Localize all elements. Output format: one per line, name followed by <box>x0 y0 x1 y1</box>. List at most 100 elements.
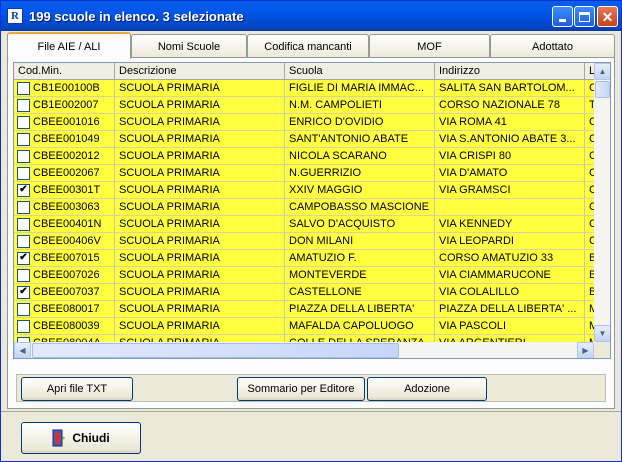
minimize-button[interactable] <box>552 6 573 27</box>
cell-cod-min: CBEE08004A <box>14 335 115 342</box>
adoption-button[interactable]: Adozione <box>367 377 487 401</box>
column-header-cod-min[interactable]: Cod.Min. <box>14 63 115 80</box>
cell-lo: TI <box>585 97 594 114</box>
vertical-scrollbar[interactable]: ▲ ▼ <box>594 63 610 342</box>
maximize-button[interactable] <box>574 6 595 27</box>
cell-indirizzo: CORSO AMATUZIO 33 <box>435 250 585 267</box>
cell-descrizione: SCUOLA PRIMARIA <box>115 267 285 284</box>
row-checkbox[interactable] <box>17 302 30 316</box>
cod-min-text: CBEE001049 <box>33 133 100 145</box>
tab-label: File AIE / ALI <box>37 40 101 53</box>
scroll-up-button[interactable]: ▲ <box>594 63 610 80</box>
column-header-scuola[interactable]: Scuola <box>285 63 435 80</box>
row-checkbox[interactable]: ✔ <box>17 251 30 265</box>
cell-cod-min: CBEE002012 <box>14 148 115 165</box>
table-row[interactable]: CBEE08004A SCUOLA PRIMARIACOLLE DELLA SPE… <box>14 335 594 342</box>
row-checkbox[interactable]: ✔ <box>17 285 30 299</box>
row-checkbox[interactable] <box>17 268 30 282</box>
close-button[interactable]: Chiudi <box>21 422 141 454</box>
row-checkbox[interactable] <box>17 166 30 180</box>
tab-strip: File AIE / ALI Nomi Scuole Codifica manc… <box>7 32 615 59</box>
cell-cod-min: CBEE00401N <box>14 216 115 233</box>
column-header-lo[interactable]: Lo <box>585 63 594 80</box>
cell-lo: M <box>585 335 594 342</box>
cell-indirizzo: VIA GRAMSCI <box>435 182 585 199</box>
column-header-descrizione[interactable]: Descrizione <box>115 63 285 80</box>
table-row[interactable]: CBEE080039 SCUOLA PRIMARIA MAFALDA CAPOLUO… <box>14 318 594 335</box>
cell-scuola: PIAZZA DELLA LIBERTA' <box>285 301 435 318</box>
cod-min-text: CBEE001016 <box>33 116 100 128</box>
table-row[interactable]: ✔ CBEE007015 SCUOLA PRIMARIA AMATUZIO F. COR… <box>14 250 594 267</box>
table-row[interactable]: CBEE002012 SCUOLA PRIMARIA NICOLA SCARANO V… <box>14 148 594 165</box>
table-row[interactable]: CBEE001016 SCUOLA PRIMARIA ENRICO D'OVIDIO… <box>14 114 594 131</box>
row-checkbox[interactable] <box>17 132 30 146</box>
tab-file-aie-ali[interactable]: File AIE / ALI <box>7 32 131 59</box>
cod-min-text: CBEE08004A <box>33 335 101 342</box>
horizontal-scrollbar[interactable]: ◀ ▶ <box>14 342 594 358</box>
cell-indirizzo: CORSO NAZIONALE 78 <box>435 97 585 114</box>
table-row[interactable]: CBEE00401N SCUOLA PRIMARIA SALVO D'ACQUIST… <box>14 216 594 233</box>
cell-lo: C/ <box>585 131 594 148</box>
table-row[interactable]: CB1E002007 SCUOLA PRIMARIA N.M. CAMPOLIETI… <box>14 97 594 114</box>
table-row[interactable]: ✔ CBEE007037 SCUOLA PRIMARIA CASTELLONE VIA … <box>14 284 594 301</box>
row-checkbox[interactable] <box>17 319 30 333</box>
cell-scuola: MONTEVERDE <box>285 267 435 284</box>
cell-cod-min: CBEE003063 <box>14 199 115 216</box>
publisher-summary-button[interactable]: Sommario per Editore <box>237 377 365 401</box>
row-checkbox[interactable] <box>17 217 30 231</box>
app-logo-icon: R <box>7 8 23 24</box>
close-icon: ✕ <box>601 8 614 25</box>
close-window-button[interactable]: ✕ <box>597 6 618 27</box>
cod-min-text: CBEE002067 <box>33 167 100 179</box>
tab-codifica-mancanti[interactable]: Codifica mancanti <box>247 34 369 58</box>
tab-nomi-scuole[interactable]: Nomi Scuole <box>131 34 247 58</box>
column-header-indirizzo[interactable]: Indirizzo <box>435 63 585 80</box>
cell-scuola: CASTELLONE <box>285 284 435 301</box>
tab-label: MOF <box>417 40 442 53</box>
tab-adottato[interactable]: Adottato <box>490 34 615 58</box>
cell-scuola: CAMPOBASSO MASCIONE <box>285 199 435 216</box>
table-row[interactable]: CBEE007026 SCUOLA PRIMARIA MONTEVERDE VIA C… <box>14 267 594 284</box>
row-checkbox[interactable] <box>17 149 30 163</box>
tab-mof[interactable]: MOF <box>369 34 490 58</box>
table-row[interactable]: CB1E00100B SCUOLA PRIMARIA FIGLIE DI MARIA… <box>14 80 594 97</box>
scroll-down-button[interactable]: ▼ <box>594 325 610 342</box>
scroll-right-button[interactable]: ▶ <box>577 342 594 358</box>
vertical-scroll-thumb[interactable] <box>595 81 610 98</box>
title-bar[interactable]: R 199 scuole in elenco. 3 selezionate ✕ <box>1 1 621 31</box>
row-checkbox[interactable]: ✔ <box>17 183 30 197</box>
cell-lo: C/ <box>585 165 594 182</box>
table-row[interactable]: CBEE080017 SCUOLA PRIMARIA PIAZZA DELLA LI… <box>14 301 594 318</box>
action-button-bar: Apri file TXT Sommario per Editore Adozi… <box>16 374 606 402</box>
row-checkbox[interactable] <box>17 115 30 129</box>
row-checkbox[interactable] <box>17 98 30 112</box>
cell-cod-min: CBEE001049 <box>14 131 115 148</box>
cell-cod-min: CBEE007026 <box>14 267 115 284</box>
tab-panel: Cod.Min. Descrizione Scuola Indirizzo Lo… <box>7 57 615 409</box>
cell-descrizione: SCUOLA PRIMARIA <box>115 284 285 301</box>
cell-scuola: N.GUERRIZIO <box>285 165 435 182</box>
table-row[interactable]: CBEE00406V SCUOLA PRIMARIA DON MILANI VIA L… <box>14 233 594 250</box>
cell-cod-min: ✔ CBEE007037 <box>14 284 115 301</box>
cell-indirizzo: VIA PASCOLI <box>435 318 585 335</box>
cell-descrizione: SCUOLA PRIMARIA <box>115 182 285 199</box>
table-row[interactable]: CBEE001049 SCUOLA PRIMARIA SANT'ANTONIO AB… <box>14 131 594 148</box>
cell-lo: C/ <box>585 233 594 250</box>
table-row[interactable]: CBEE003063 SCUOLA PRIMARIA CAMPOBASSO MASC… <box>14 199 594 216</box>
scroll-left-button[interactable]: ◀ <box>14 342 31 358</box>
horizontal-scroll-thumb[interactable] <box>32 343 399 358</box>
cod-min-text: CBEE00301T <box>33 184 101 196</box>
cell-descrizione: SCUOLA PRIMARIA <box>115 131 285 148</box>
open-txt-file-button[interactable]: Apri file TXT <box>21 377 133 401</box>
maximize-icon <box>579 11 590 22</box>
row-checkbox[interactable] <box>17 200 30 214</box>
cell-lo: C/ <box>585 80 594 97</box>
tab-label: Codifica mancanti <box>264 40 352 53</box>
table-row[interactable]: ✔ CBEE00301T SCUOLA PRIMARIA XXIV MAGGIO VIA… <box>14 182 594 199</box>
table-row[interactable]: CBEE002067 SCUOLA PRIMARIA N.GUERRIZIO VIA … <box>14 165 594 182</box>
row-checkbox[interactable] <box>17 81 30 95</box>
row-checkbox[interactable] <box>17 234 30 248</box>
cell-descrizione: SCUOLA PRIMARIA <box>115 199 285 216</box>
tab-label: Adottato <box>532 40 573 53</box>
arrow-right-icon: ▶ <box>582 346 589 355</box>
